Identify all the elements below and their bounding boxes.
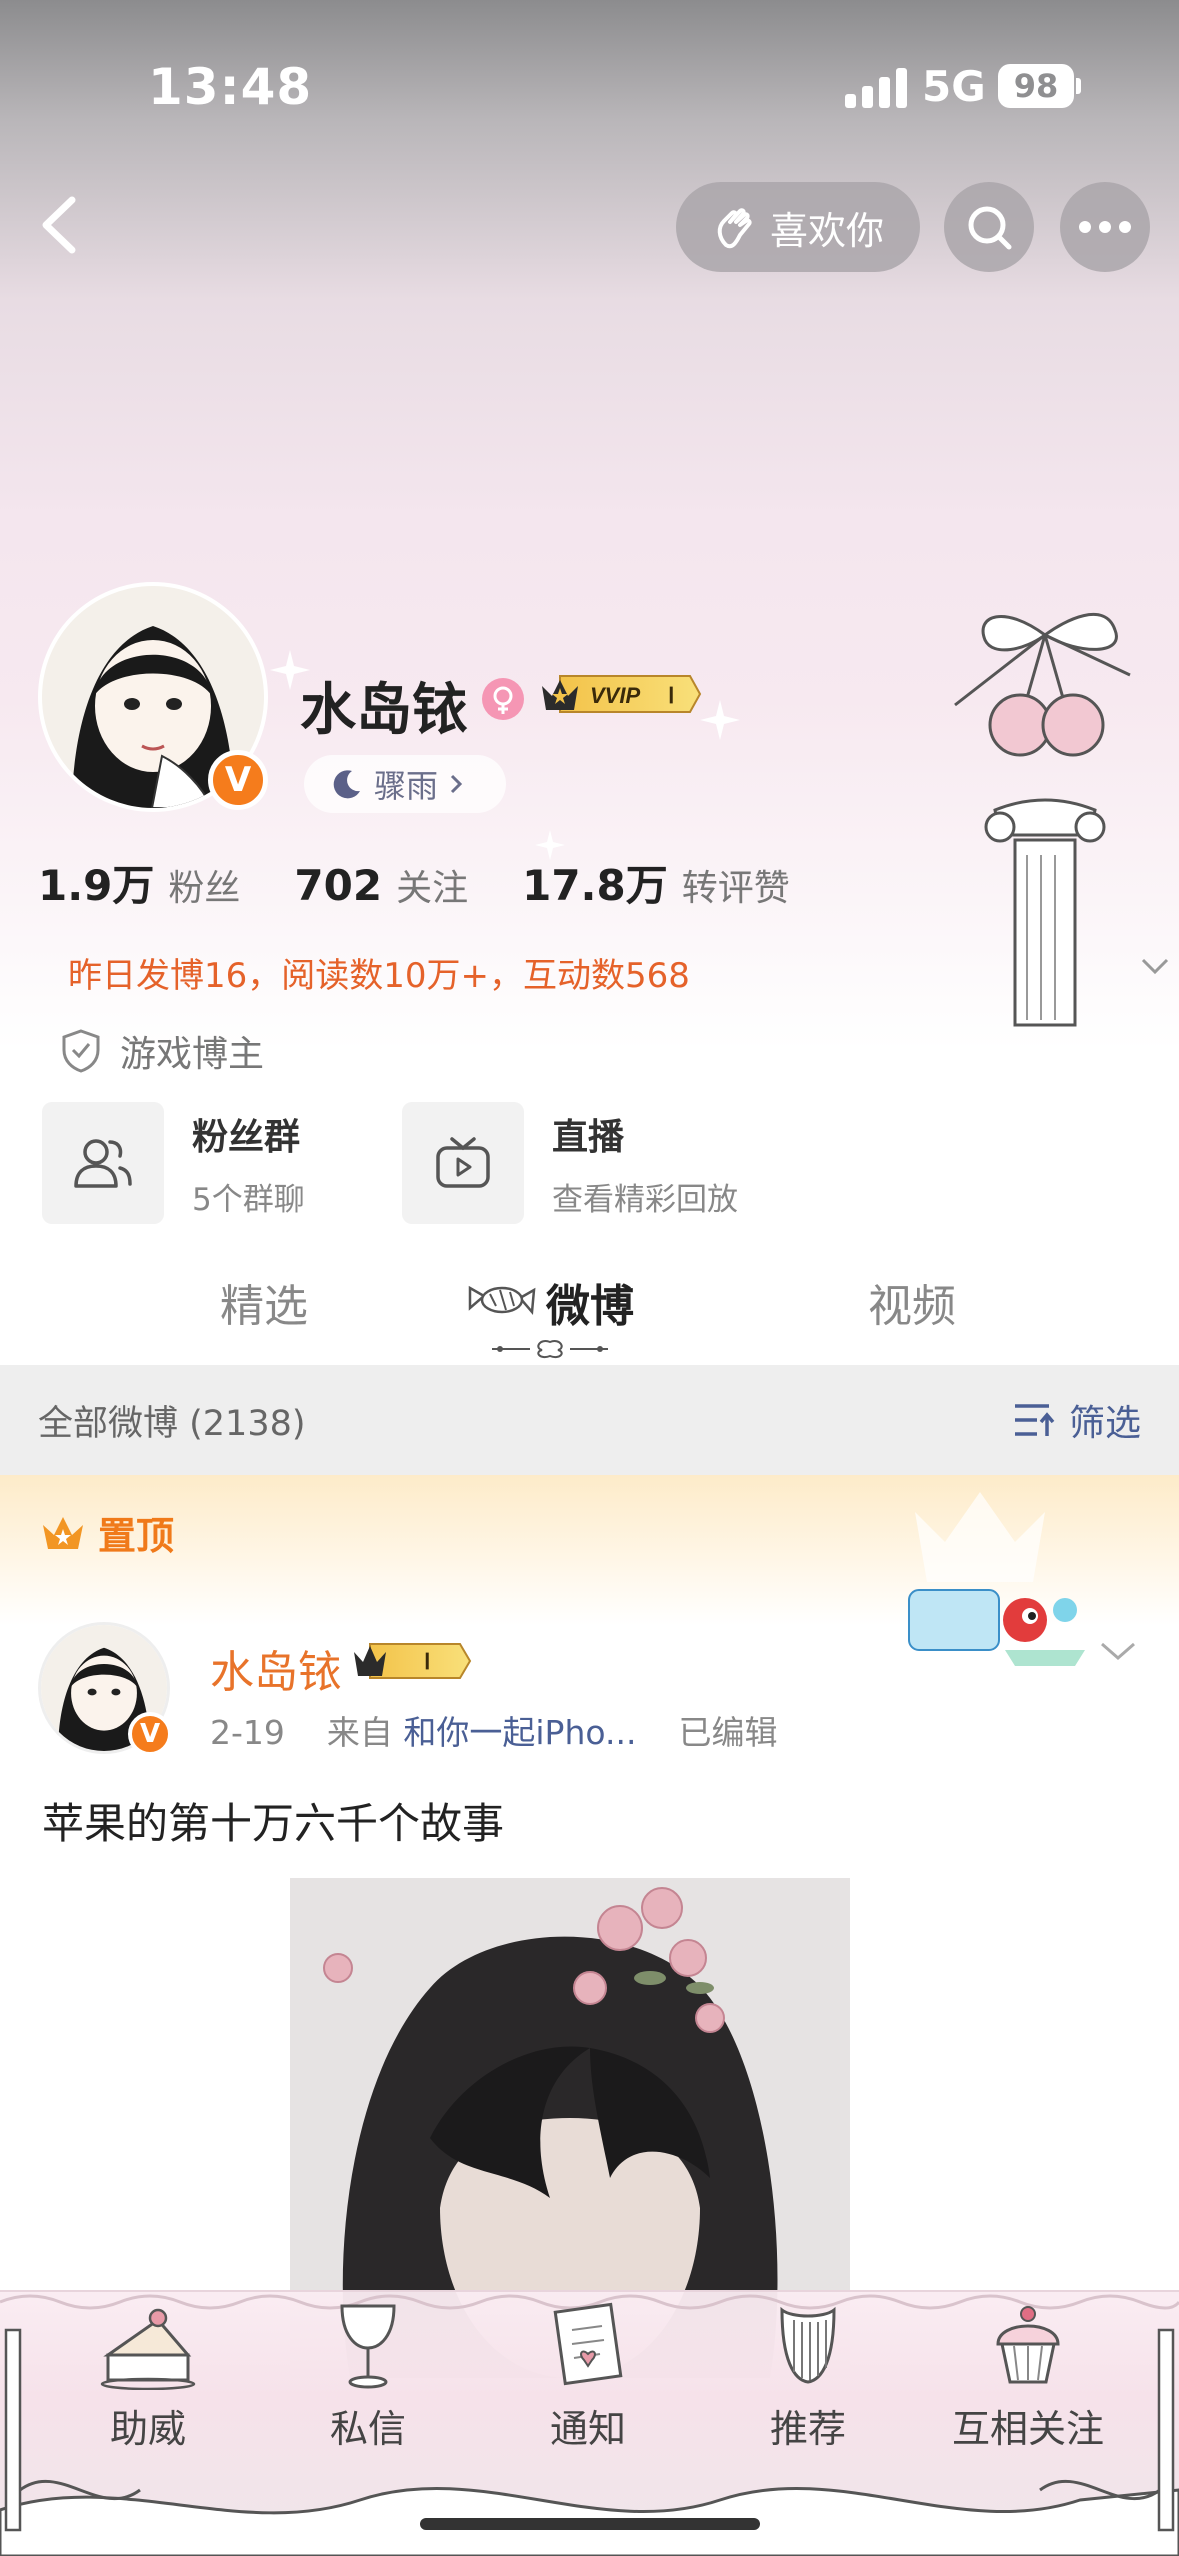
nav-messages[interactable]: 私信 [268, 2300, 468, 2453]
vip-badge[interactable]: Ⅰ [352, 1640, 472, 1682]
chevron-right-icon [450, 774, 463, 794]
verification-row[interactable]: 游戏博主 [60, 1025, 264, 1077]
followers-label: 粉丝 [168, 868, 241, 909]
festival-sticker[interactable] [905, 1580, 1095, 1670]
live-icon-box [402, 1102, 524, 1224]
filter-sort-icon [1014, 1404, 1055, 1436]
tv-play-icon [436, 1137, 490, 1188]
post-source-link[interactable]: 和你一起iPho... [403, 1713, 636, 1752]
fan-group-subtitle: 5个群聊 [192, 1181, 305, 1218]
followers-count[interactable]: 1.9万 [38, 852, 154, 913]
post-date: 2-19 [210, 1713, 285, 1752]
harp-icon [780, 2306, 836, 2384]
female-gender-icon [482, 678, 524, 720]
search-button[interactable] [944, 182, 1034, 272]
filter-label: 筛选 [1068, 1403, 1141, 1444]
likes-label: 转评赞 [681, 868, 790, 909]
profile-stats: 1.9万 粉丝 702 关注 17.8万 转评赞 [38, 852, 790, 913]
svg-text:VVIP: VVIP [590, 683, 640, 708]
home-indicator[interactable] [420, 2518, 760, 2530]
nav-cheer-label: 助威 [109, 2407, 186, 2451]
back-button[interactable] [30, 190, 90, 260]
tab-weibo[interactable]: 微博 [546, 1270, 634, 1334]
nav-mutual-follow[interactable]: 互相关注 [928, 2300, 1128, 2453]
live-title: 直播 [552, 1116, 625, 1158]
mood-label: 骤雨 [374, 767, 439, 805]
post-text[interactable]: 苹果的第十万六千个故事 [42, 1790, 504, 1851]
post-chevron-down-icon[interactable] [1098, 1640, 1138, 1664]
vvip-badge[interactable]: VVIP Ⅰ [540, 672, 702, 716]
battery-icon: 98 [998, 64, 1074, 108]
nav-messages-label: 私信 [329, 2407, 406, 2451]
pinned-label: 置顶 [98, 1514, 175, 1558]
like-button[interactable]: 喜欢你 [676, 182, 920, 272]
post-count: 全部微博 (2138) [38, 1403, 306, 1444]
network-type: 5G [922, 62, 986, 111]
moon-icon [333, 770, 360, 799]
post-verified-badge: V [128, 1712, 172, 1756]
cake-icon [100, 2308, 196, 2390]
post-meta: 2-19 来自 和你一起iPho... 已编辑 [210, 1706, 777, 1754]
candy-icon [468, 1285, 536, 1316]
more-button[interactable] [1060, 182, 1150, 272]
nav-cheer[interactable]: 助威 [48, 2300, 248, 2453]
mood-chip[interactable]: 骤雨 [304, 755, 506, 813]
chevron-left-icon [42, 196, 76, 254]
search-icon [968, 206, 1012, 250]
hand-wave-icon [717, 208, 752, 249]
following-label: 关注 [396, 868, 469, 909]
status-time: 13:48 [148, 58, 313, 116]
cupcake-icon [996, 2306, 1060, 2384]
tab-underline-ornament [492, 1340, 608, 1359]
tab-video[interactable]: 视频 [868, 1270, 956, 1334]
filter-button[interactable]: 筛选 [1013, 1394, 1141, 1446]
fan-group-card[interactable]: 粉丝群 5个群聊 [42, 1102, 305, 1224]
live-card[interactable]: 直播 查看精彩回放 [402, 1102, 738, 1224]
more-dots-icon [1079, 221, 1131, 233]
crown-icon [43, 1516, 83, 1549]
filter-bar: 全部微博 (2138) 筛选 [0, 1365, 1179, 1475]
shield-icon [62, 1029, 100, 1073]
nav-notifications-label: 通知 [549, 2407, 626, 2451]
tab-featured[interactable]: 精选 [220, 1270, 308, 1334]
battery-tip [1076, 78, 1081, 94]
likes-count[interactable]: 17.8万 [522, 852, 668, 913]
profile-name: 水岛铱 [300, 678, 468, 743]
goblet-icon [340, 2304, 396, 2389]
post-edited-label[interactable]: 已编辑 [678, 1713, 777, 1752]
following-count[interactable]: 702 [294, 861, 382, 910]
post-source-prefix: 来自 [326, 1713, 393, 1752]
signal-icon [845, 66, 909, 108]
verification-label: 游戏博主 [120, 1034, 265, 1075]
letter-icon [553, 2302, 623, 2386]
post-author-name[interactable]: 水岛铱 [210, 1636, 342, 1700]
group-people-icon [74, 1139, 132, 1188]
pinned-label-row: 置顶 [40, 1505, 174, 1560]
svg-text:Ⅰ: Ⅰ [668, 683, 675, 708]
nav-recommend[interactable]: 推荐 [708, 2300, 908, 2453]
nav-recommend-label: 推荐 [769, 2407, 846, 2451]
crown-watermark-icon [915, 1492, 1045, 1582]
fan-group-icon-box [42, 1102, 164, 1224]
nav-notifications[interactable]: 通知 [488, 2300, 688, 2453]
verified-badge: V [208, 750, 268, 810]
live-subtitle: 查看精彩回放 [552, 1181, 738, 1218]
cherry-pillar-decoration [954, 612, 1169, 1027]
nav-mutual-follow-label: 互相关注 [951, 2407, 1104, 2451]
daily-stats[interactable]: 昨日发博16，阅读数10万+，互动数568 [68, 948, 690, 997]
fan-group-title: 粉丝群 [192, 1116, 301, 1158]
like-button-label: 喜欢你 [769, 208, 884, 253]
svg-text:Ⅰ: Ⅰ [424, 1649, 431, 1674]
